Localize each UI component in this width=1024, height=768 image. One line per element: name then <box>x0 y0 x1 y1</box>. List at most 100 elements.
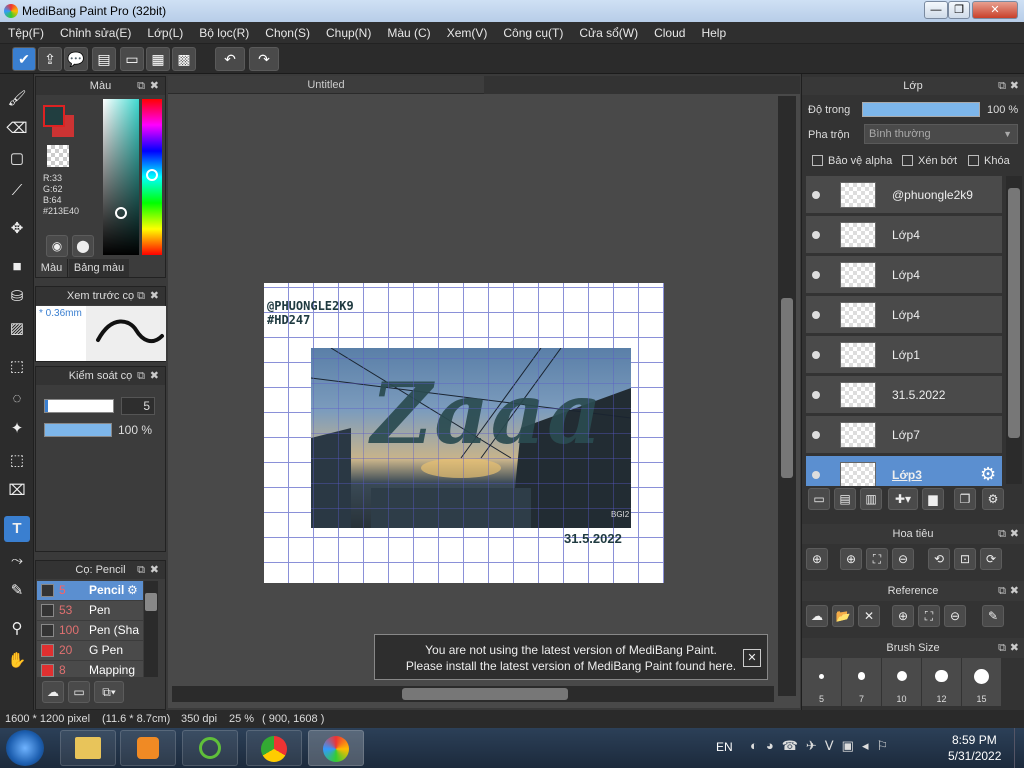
hand-tool-icon[interactable]: ✋ <box>4 648 30 674</box>
saturation-value-picker[interactable] <box>103 99 139 255</box>
brush-size-input[interactable]: 5 <box>121 397 155 415</box>
popout-icon[interactable]: ⧉ <box>137 287 145 305</box>
clock-time[interactable]: 8:59 PM <box>952 733 997 747</box>
reference-zoom-in-icon[interactable]: ⊕ <box>892 605 914 627</box>
gear-icon[interactable]: ⚙ <box>127 581 138 600</box>
media-player-icon[interactable] <box>120 730 176 766</box>
menu-item-7[interactable]: Xem(V) <box>439 22 496 44</box>
close-icon[interactable]: ✖ <box>150 367 159 385</box>
medibang-taskbar-icon[interactable] <box>308 730 364 766</box>
layer-list-scrollbar[interactable] <box>1006 176 1022 484</box>
start-button[interactable] <box>6 730 44 766</box>
brush-size-option[interactable]: 15 <box>962 658 1001 706</box>
duplicate-layer-icon[interactable]: ❐ <box>954 488 976 510</box>
reference-picker-icon[interactable]: ✎ <box>982 605 1004 627</box>
remove-reference-icon[interactable]: ✕ <box>858 605 880 627</box>
layer-row[interactable]: Lớp4 <box>806 296 1002 334</box>
menu-item-8[interactable]: Công cụ(T) <box>495 22 571 44</box>
brush-options-icon[interactable]: ⧉▾ <box>94 681 124 703</box>
popout-icon[interactable]: ⧉ <box>998 524 1006 544</box>
layer-row[interactable]: Lớp3 ⚙ <box>806 456 1002 486</box>
zoom-out-icon[interactable]: ⊖ <box>892 548 914 570</box>
tab-untitled[interactable]: Untitled <box>168 76 484 94</box>
menu-item-2[interactable]: Lớp(L) <box>139 22 191 44</box>
close-icon[interactable]: ✖ <box>1010 581 1019 601</box>
add-layer-menu-icon[interactable]: ✚▾ <box>888 488 918 510</box>
close-icon[interactable]: ✖ <box>150 561 159 579</box>
comment-icon[interactable]: ▤ <box>92 47 116 71</box>
select-eraser-icon[interactable]: ⌧ <box>4 478 30 504</box>
clock-date[interactable]: 5/31/2022 <box>948 749 1001 763</box>
cloud-icon[interactable]: ☁ <box>806 605 828 627</box>
text-tool-icon[interactable]: T <box>4 516 30 542</box>
lasso-icon[interactable]: ◌ <box>4 386 30 412</box>
clipping-checkbox[interactable]: Xén bớt <box>902 155 957 167</box>
new-layer-icon[interactable]: ▭ <box>808 488 830 510</box>
maximize-button[interactable]: ❐ <box>948 1 970 19</box>
menu-item-11[interactable]: Help <box>693 22 734 44</box>
popout-icon[interactable]: ⧉ <box>137 77 145 95</box>
move-tool-icon[interactable]: ✥ <box>4 216 30 242</box>
settings-grid-icon[interactable]: ▩ <box>172 47 196 71</box>
popout-icon[interactable]: ⧉ <box>998 638 1006 658</box>
brush-list-item[interactable]: 8 Mapping <box>37 661 143 677</box>
foreground-color-swatch[interactable] <box>43 105 65 127</box>
minimize-button[interactable]: — <box>924 1 948 19</box>
menu-item-6[interactable]: Màu (C) <box>379 22 438 44</box>
file-explorer-icon[interactable] <box>60 730 116 766</box>
layer-row[interactable]: Lớp4 <box>806 256 1002 294</box>
color-picker-cursor[interactable] <box>115 207 127 219</box>
brush-size-option[interactable]: 10 <box>882 658 921 706</box>
popout-icon[interactable]: ⧉ <box>137 367 145 385</box>
select-pen-icon[interactable]: ⬚ <box>4 448 30 474</box>
close-icon[interactable]: ✖ <box>1010 524 1019 544</box>
lock-checkbox[interactable]: Khóa <box>968 155 1010 167</box>
layer-settings-icon[interactable]: ⚙ <box>982 488 1004 510</box>
rotate-right-icon[interactable]: ⟳ <box>980 548 1002 570</box>
chrome-icon[interactable] <box>246 730 302 766</box>
popout-icon[interactable]: ⧉ <box>998 77 1006 95</box>
redo-icon[interactable]: ↷ <box>249 47 279 71</box>
rectangle-tool-icon[interactable]: ▢ <box>4 146 30 172</box>
brush-size-option[interactable]: 5 <box>802 658 841 706</box>
brush-list-item[interactable]: 100 Pen (Sha <box>37 621 143 640</box>
tab-color[interactable]: Màu <box>36 259 68 277</box>
menu-item-10[interactable]: Cloud <box>646 22 693 44</box>
tab-palette[interactable]: Bảng màu <box>69 259 129 277</box>
brush-size-option[interactable]: 12 <box>922 658 961 706</box>
gradient-tool-icon[interactable]: ▨ <box>4 316 30 342</box>
zoom-in-icon[interactable]: ⊕ <box>840 548 862 570</box>
grid-icon[interactable]: ▦ <box>146 47 170 71</box>
menu-item-3[interactable]: Bộ lọc(R) <box>191 22 257 44</box>
visibility-icon[interactable] <box>812 191 820 199</box>
magic-wand-icon[interactable]: ✦ <box>4 416 30 442</box>
layer-opacity-slider[interactable] <box>862 102 980 117</box>
reference-fit-icon[interactable]: ⛶ <box>918 605 940 627</box>
color-wheel-icon[interactable]: ◉ <box>46 235 68 257</box>
palette-icon[interactable]: ⬤ <box>72 235 94 257</box>
menu-item-1[interactable]: Chỉnh sửa(E) <box>52 22 139 44</box>
app-icon-green[interactable] <box>182 730 238 766</box>
visibility-icon[interactable] <box>812 471 820 479</box>
layer-row[interactable]: Lớp4 <box>806 216 1002 254</box>
brush-list-item[interactable]: 53 Pen <box>37 601 143 620</box>
layer-row[interactable]: Lớp1 <box>806 336 1002 374</box>
popout-icon[interactable]: ⧉ <box>998 581 1006 601</box>
brush-size-slider[interactable] <box>44 399 114 413</box>
upload-icon[interactable]: ⇪ <box>38 47 62 71</box>
undo-icon[interactable]: ↶ <box>215 47 245 71</box>
close-icon[interactable]: ✖ <box>1010 77 1019 95</box>
reset-view-icon[interactable]: ⊡ <box>954 548 976 570</box>
new-brush-icon[interactable]: ▭ <box>68 681 90 703</box>
brush-line-icon[interactable]: ⟋ <box>4 178 30 204</box>
cloud-download-icon[interactable]: ☁ <box>42 681 64 703</box>
canvas-horizontal-scrollbar[interactable] <box>172 686 774 702</box>
update-notice[interactable]: You are not using the latest version of … <box>374 634 768 680</box>
notice-close-button[interactable]: ✕ <box>743 649 761 667</box>
eraser-tool-icon[interactable]: ⌫ <box>4 116 30 142</box>
visibility-icon[interactable] <box>812 431 820 439</box>
visibility-icon[interactable] <box>812 311 820 319</box>
page-icon[interactable]: ▭ <box>120 47 144 71</box>
visibility-icon[interactable] <box>812 271 820 279</box>
brush-opacity-slider[interactable] <box>44 423 112 437</box>
